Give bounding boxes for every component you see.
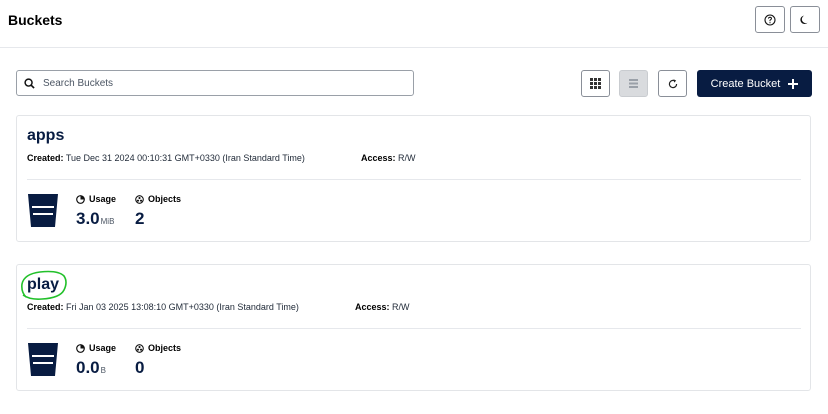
help-icon bbox=[764, 13, 776, 26]
created-label: Created: bbox=[27, 153, 64, 163]
usage-icon bbox=[76, 343, 85, 353]
objects-icon bbox=[135, 343, 144, 353]
objects-label: Objects bbox=[135, 343, 181, 353]
access-value: R/W bbox=[392, 302, 410, 312]
usage-icon bbox=[76, 194, 85, 204]
usage-label: Usage bbox=[76, 194, 116, 204]
moon-icon bbox=[800, 15, 808, 24]
bucket-access: Access: R/W bbox=[355, 302, 410, 312]
search-box[interactable] bbox=[16, 70, 414, 96]
divider bbox=[27, 328, 801, 329]
grid-view-button[interactable] bbox=[581, 70, 610, 97]
page-header: Buckets bbox=[0, 0, 828, 48]
bucket-card[interactable]: play Created: Fri Jan 03 2025 13:08:10 G… bbox=[16, 264, 811, 391]
bucket-name[interactable]: apps bbox=[27, 127, 64, 145]
created-date: Fri Jan 03 2025 13:08:10 GMT+0330 (Iran … bbox=[66, 302, 299, 312]
bucket-icon bbox=[28, 194, 58, 227]
objects-label: Objects bbox=[135, 194, 181, 204]
help-button[interactable] bbox=[755, 6, 785, 33]
usage-value: 0.0B bbox=[76, 358, 106, 377]
created-date: Tue Dec 31 2024 00:10:31 GMT+0330 (Iran … bbox=[65, 153, 305, 163]
page-title: Buckets bbox=[8, 12, 63, 28]
objects-value: 2 bbox=[135, 209, 145, 228]
refresh-icon bbox=[668, 78, 677, 88]
bucket-icon bbox=[28, 343, 58, 376]
list-view-icon bbox=[629, 79, 638, 88]
theme-toggle-button[interactable] bbox=[790, 6, 820, 33]
create-bucket-button[interactable]: Create Bucket bbox=[697, 70, 812, 97]
objects-icon bbox=[135, 194, 144, 204]
search-input[interactable] bbox=[43, 77, 403, 89]
bucket-created: Created: Tue Dec 31 2024 00:10:31 GMT+03… bbox=[27, 153, 305, 163]
divider bbox=[27, 179, 801, 180]
bucket-card[interactable]: apps Created: Tue Dec 31 2024 00:10:31 G… bbox=[16, 115, 811, 242]
usage-label: Usage bbox=[76, 343, 116, 353]
grid-view-icon bbox=[590, 78, 601, 89]
list-view-button[interactable] bbox=[619, 70, 648, 97]
access-value: R/W bbox=[398, 153, 416, 163]
bucket-access: Access: R/W bbox=[361, 153, 416, 163]
created-label: Created: bbox=[27, 302, 64, 312]
bucket-name[interactable]: play bbox=[27, 276, 59, 294]
plus-icon bbox=[788, 78, 799, 89]
objects-value: 0 bbox=[135, 358, 145, 377]
bucket-created: Created: Fri Jan 03 2025 13:08:10 GMT+03… bbox=[27, 302, 299, 312]
create-bucket-label: Create Bucket bbox=[710, 77, 781, 90]
search-icon bbox=[24, 77, 35, 89]
access-label: Access: bbox=[355, 302, 390, 312]
usage-value: 3.0MiB bbox=[76, 209, 115, 228]
refresh-button[interactable] bbox=[658, 70, 687, 97]
access-label: Access: bbox=[361, 153, 396, 163]
